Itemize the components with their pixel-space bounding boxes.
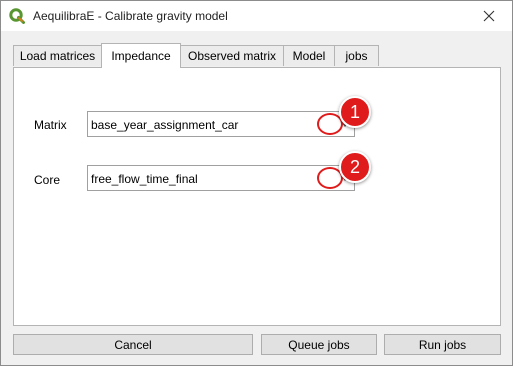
callout-marker-1: 1	[339, 96, 371, 128]
core-label: Core	[34, 173, 61, 187]
dialog-window: AequilibraE - Calibrate gravity model Lo…	[0, 0, 513, 366]
tab-model[interactable]: Model	[283, 45, 335, 66]
callout-marker-2: 2	[339, 151, 371, 183]
queue-jobs-button[interactable]: Queue jobs	[261, 334, 377, 355]
core-select-value: free_flow_time_final	[91, 172, 198, 186]
close-button[interactable]	[466, 1, 512, 31]
tab-jobs[interactable]: jobs	[334, 45, 379, 66]
qgis-icon	[9, 8, 25, 24]
close-icon	[483, 10, 495, 22]
cancel-button[interactable]: Cancel	[13, 334, 253, 355]
matrix-select-value: base_year_assignment_car	[91, 118, 239, 132]
window-title: AequilibraE - Calibrate gravity model	[33, 9, 228, 23]
run-jobs-button[interactable]: Run jobs	[384, 334, 501, 355]
matrix-select[interactable]: base_year_assignment_car	[87, 111, 355, 137]
tab-impedance[interactable]: Impedance	[101, 43, 181, 68]
core-select[interactable]: free_flow_time_final	[87, 165, 355, 191]
tab-load-matrices[interactable]: Load matrices	[13, 45, 102, 66]
title-bar: AequilibraE - Calibrate gravity model	[1, 1, 512, 31]
impedance-panel: Matrix base_year_assignment_car Core fre…	[13, 67, 501, 326]
tab-observed-matrix[interactable]: Observed matrix	[180, 45, 284, 66]
matrix-label: Matrix	[34, 118, 67, 132]
